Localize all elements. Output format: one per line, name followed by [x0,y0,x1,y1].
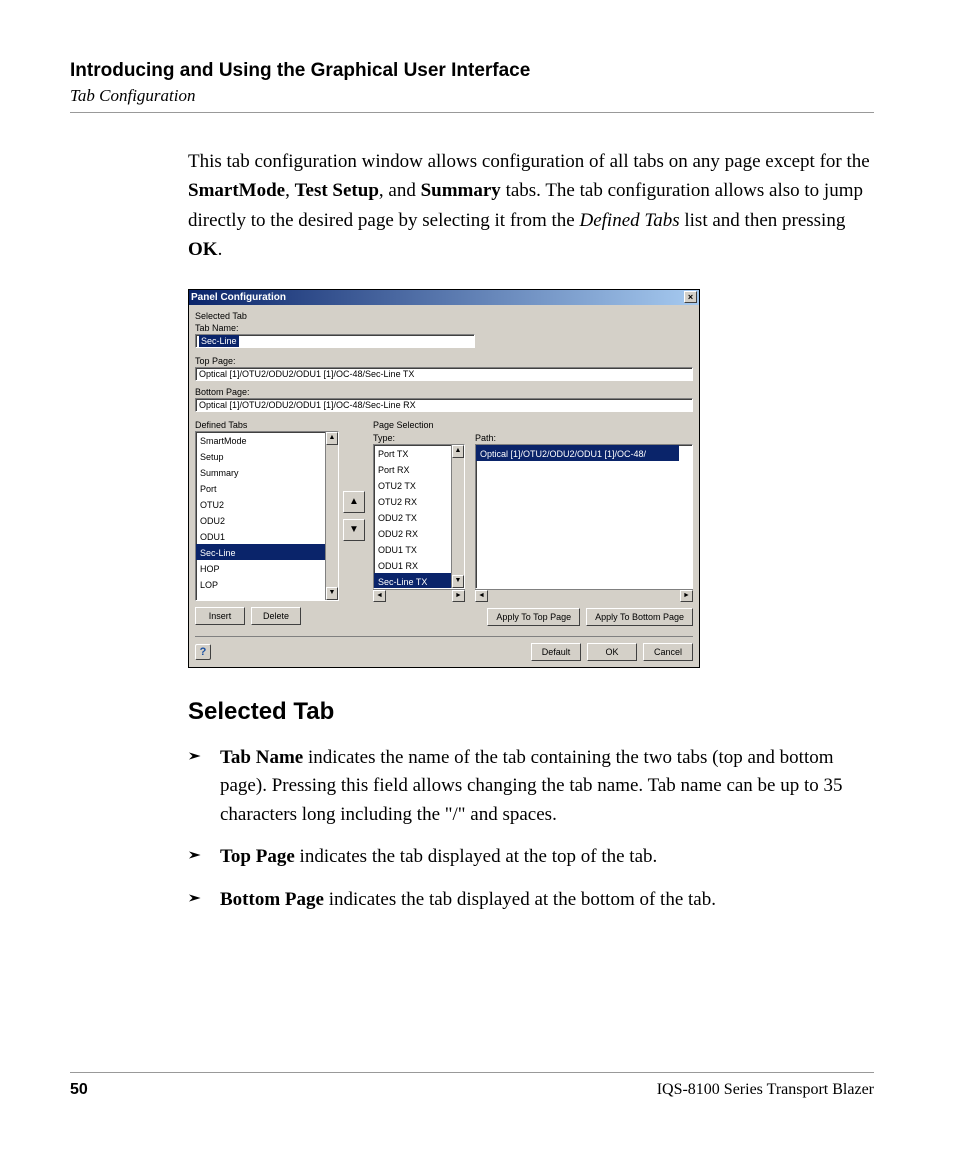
bullet-item: Bottom Page indicates the tab displayed … [188,886,874,915]
list-item[interactable]: Sec-Line [196,544,325,560]
delete-button[interactable]: Delete [251,607,301,625]
list-item[interactable]: Sec-Line TX [374,573,451,589]
close-icon[interactable]: × [684,291,697,303]
move-down-button[interactable]: ▼ [343,519,365,541]
bullet-item: Top Page indicates the tab displayed at … [188,843,874,872]
list-item[interactable]: ODU2 RX [374,525,451,541]
section-subtitle: Tab Configuration [70,86,874,106]
page-selection-label: Page Selection [373,420,693,430]
hscrollbar[interactable]: ◄ ► [373,589,465,602]
scroll-right-icon[interactable]: ► [680,590,693,602]
defined-tabs-listbox[interactable]: SmartMode Setup Summary Port OTU2 ODU2 O… [195,431,339,601]
scrollbar[interactable]: ▲ ▼ [451,445,464,588]
list-item[interactable]: ODU1 TX [374,541,451,557]
list-item[interactable]: Port [196,480,325,496]
bullet-arrow-icon [188,843,220,872]
hscrollbar[interactable]: ◄ ► [475,589,693,602]
path-listbox[interactable]: Optical [1]/OTU2/ODU2/ODU1 [1]/OC-48/ [475,444,693,589]
panel-configuration-window: Panel Configuration × Selected Tab Tab N… [188,289,700,668]
bullet-item: Tab Name indicates the name of the tab c… [188,744,874,830]
list-item[interactable]: Setup [196,448,325,464]
apply-top-page-button[interactable]: Apply To Top Page [487,608,580,626]
cancel-button[interactable]: Cancel [643,643,693,661]
scroll-up-icon[interactable]: ▲ [452,445,464,458]
list-item[interactable]: Port TX [374,445,451,461]
selected-tab-group-label: Selected Tab [195,311,693,321]
defined-tabs-label: Defined Tabs [195,420,365,430]
window-titlebar[interactable]: Panel Configuration × [189,290,699,305]
bullet-arrow-icon [188,886,220,915]
list-item[interactable]: OTU2 [196,496,325,512]
list-item[interactable]: Optical [1]/OTU2/ODU2/ODU1 [1]/OC-48/ [476,445,679,461]
tab-name-label: Tab Name: [195,323,693,333]
apply-bottom-page-button[interactable]: Apply To Bottom Page [586,608,693,626]
list-item[interactable]: Summary [196,464,325,480]
scroll-down-icon[interactable]: ▼ [452,575,464,588]
default-button[interactable]: Default [531,643,581,661]
type-label: Type: [373,433,465,443]
list-item[interactable]: HOP [196,560,325,576]
type-listbox[interactable]: Port TX Port RX OTU2 TX OTU2 RX ODU2 TX … [373,444,465,589]
path-label: Path: [475,433,693,443]
scroll-left-icon[interactable]: ◄ [475,590,488,602]
move-up-button[interactable]: ▲ [343,491,365,513]
bullet-arrow-icon [188,744,220,830]
help-icon[interactable]: ? [195,644,211,660]
product-name: IQS-8100 Series Transport Blazer [657,1081,874,1099]
window-title: Panel Configuration [191,292,286,303]
scroll-up-icon[interactable]: ▲ [326,432,338,445]
intro-paragraph: This tab configuration window allows con… [188,147,874,265]
tab-name-input[interactable]: Sec-Line [195,334,475,348]
list-item[interactable]: ODU1 RX [374,557,451,573]
page-number: 50 [70,1081,88,1099]
top-page-label: Top Page: [195,356,693,366]
chapter-title: Introducing and Using the Graphical User… [70,60,874,82]
list-item[interactable]: ODU2 TX [374,509,451,525]
top-page-field[interactable]: Optical [1]/OTU2/ODU2/ODU1 [1]/OC-48/Sec… [195,367,693,381]
insert-button[interactable]: Insert [195,607,245,625]
ok-button[interactable]: OK [587,643,637,661]
scroll-down-icon[interactable]: ▼ [326,587,338,600]
bottom-page-field[interactable]: Optical [1]/OTU2/ODU2/ODU1 [1]/OC-48/Sec… [195,398,693,412]
list-item[interactable]: ODU2 [196,512,325,528]
bottom-page-label: Bottom Page: [195,387,693,397]
list-item[interactable]: SmartMode [196,432,325,448]
header-divider [70,112,874,113]
scroll-left-icon[interactable]: ◄ [373,590,386,602]
list-item[interactable]: Port RX [374,461,451,477]
list-item[interactable]: ODU1 [196,528,325,544]
list-item[interactable]: OTU2 TX [374,477,451,493]
list-item[interactable]: LOP [196,576,325,592]
selected-tab-heading: Selected Tab [188,698,874,726]
list-item[interactable]: OTU2 RX [374,493,451,509]
scrollbar[interactable]: ▲ ▼ [325,432,338,600]
scroll-right-icon[interactable]: ► [452,590,465,602]
